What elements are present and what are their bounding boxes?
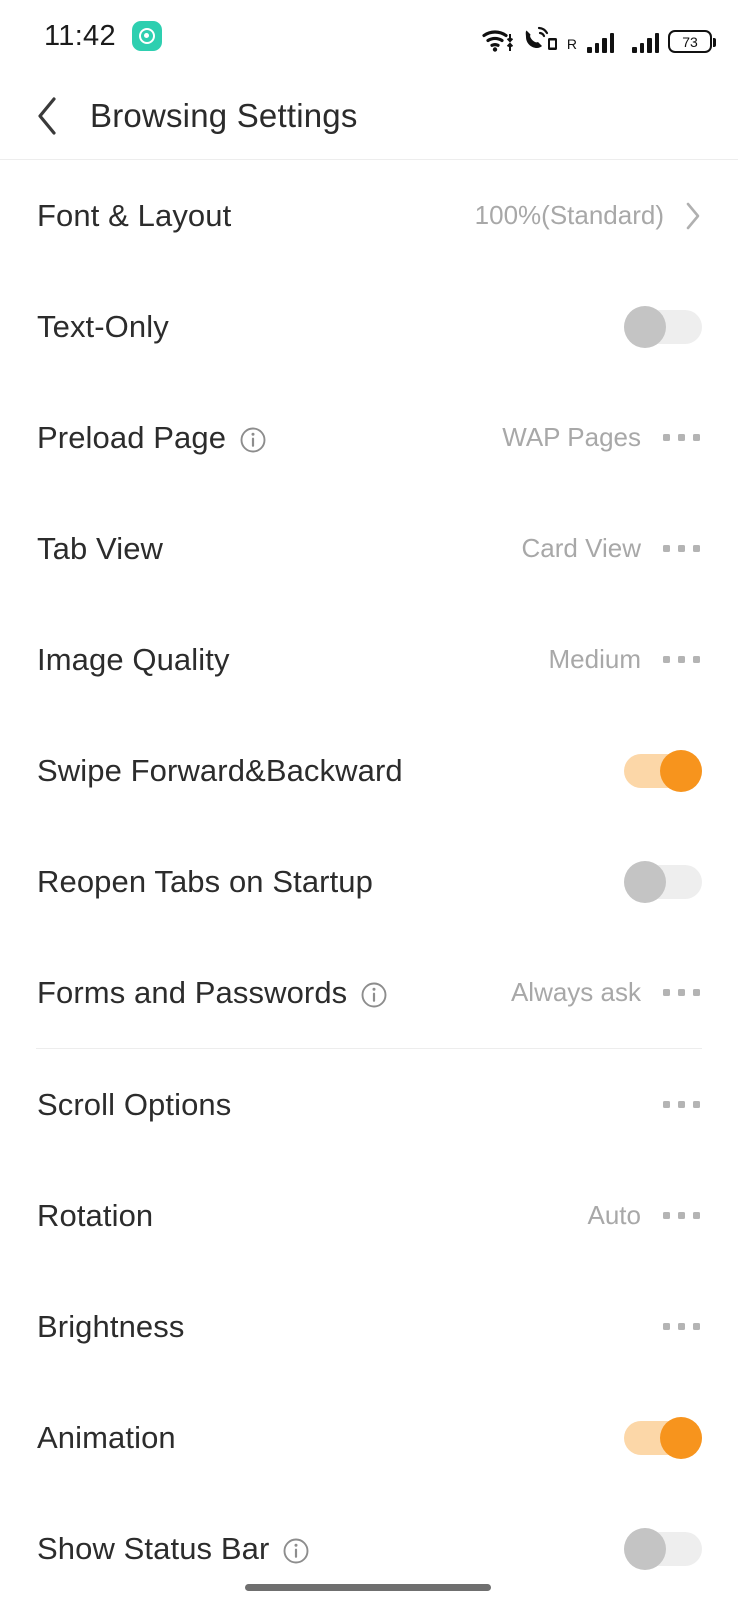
page-title: Browsing Settings xyxy=(90,96,358,134)
setting-label: Show Status Bar xyxy=(37,1530,270,1566)
setting-row-animation[interactable]: Animation xyxy=(0,1382,738,1493)
row-right: Card View xyxy=(522,533,702,564)
setting-value: Always ask xyxy=(510,977,641,1007)
status-bar: 11:42 R 73 xyxy=(0,0,738,72)
setting-value: 100%(Standard) xyxy=(474,200,664,230)
row-right: Medium xyxy=(549,644,702,675)
row-right xyxy=(641,1315,702,1338)
more-options-icon[interactable] xyxy=(661,1093,702,1116)
status-bar-right: R 73 xyxy=(481,19,716,53)
signal-bars-sim2 xyxy=(632,31,659,53)
setting-row-forms-and-passwords[interactable]: Forms and Passwords Always ask xyxy=(0,937,738,1048)
battery-level-label: 73 xyxy=(682,33,698,50)
row-right: Always ask xyxy=(511,977,702,1008)
row-right xyxy=(624,1416,702,1459)
battery-icon: 73 xyxy=(668,30,716,53)
more-options-icon[interactable] xyxy=(661,1315,702,1338)
chevron-left-icon xyxy=(38,96,56,135)
setting-label: Tab View xyxy=(37,530,164,566)
row-right: WAP Pages xyxy=(502,422,702,453)
setting-label: Preload Page xyxy=(37,419,227,455)
more-options-icon[interactable] xyxy=(661,1204,702,1227)
setting-label: Scroll Options xyxy=(37,1086,232,1122)
setting-label: Reopen Tabs on Startup xyxy=(37,863,373,899)
status-bar-clock: 11:42 xyxy=(44,19,116,52)
toggle-reopen-tabs-on-startup[interactable] xyxy=(624,860,702,903)
row-right xyxy=(641,1093,702,1116)
row-right: 100%(Standard) xyxy=(475,200,702,231)
setting-value: Auto xyxy=(587,1200,642,1230)
info-icon[interactable] xyxy=(239,426,267,454)
info-icon[interactable] xyxy=(282,1537,310,1565)
row-right xyxy=(624,860,702,903)
home-indicator[interactable] xyxy=(245,1584,491,1591)
setting-label: Font & Layout xyxy=(37,197,232,233)
setting-row-font-and-layout[interactable]: Font & Layout 100%(Standard) xyxy=(0,160,738,271)
setting-row-tab-view[interactable]: Tab View Card View xyxy=(0,493,738,604)
setting-row-reopen-tabs-on-startup[interactable]: Reopen Tabs on Startup xyxy=(0,826,738,937)
setting-row-swipe-forward-backward[interactable]: Swipe Forward&Backward xyxy=(0,715,738,826)
status-bar-left: 11:42 xyxy=(44,20,162,53)
setting-value: Medium xyxy=(548,644,641,674)
setting-row-scroll-options[interactable]: Scroll Options xyxy=(0,1049,738,1160)
setting-row-brightness[interactable]: Brightness xyxy=(0,1271,738,1382)
back-button[interactable] xyxy=(34,88,78,144)
setting-label: Image Quality xyxy=(37,641,230,677)
app-header: Browsing Settings xyxy=(0,72,738,160)
setting-label: Forms and Passwords xyxy=(37,974,348,1010)
more-options-icon[interactable] xyxy=(661,426,702,449)
setting-label: Swipe Forward&Backward xyxy=(37,752,403,788)
row-right xyxy=(624,1527,702,1570)
toggle-show-status-bar[interactable] xyxy=(624,1527,702,1570)
setting-row-image-quality[interactable]: Image Quality Medium xyxy=(0,604,738,715)
row-right: Auto xyxy=(588,1200,703,1231)
more-options-icon[interactable] xyxy=(661,648,702,671)
setting-value: WAP Pages xyxy=(502,422,641,452)
call-data-icon xyxy=(522,23,558,53)
setting-row-text-only[interactable]: Text-Only xyxy=(0,271,738,382)
row-right xyxy=(624,749,702,792)
more-options-icon[interactable] xyxy=(661,981,702,1004)
chevron-right-icon[interactable] xyxy=(684,201,702,231)
wifi-icon xyxy=(481,23,513,53)
toggle-animation[interactable] xyxy=(624,1416,702,1459)
settings-list: Font & Layout 100%(Standard) Text-Only P… xyxy=(0,160,738,1600)
row-right xyxy=(624,305,702,348)
roaming-indicator: R xyxy=(566,36,577,52)
setting-label: Text-Only xyxy=(37,308,169,344)
setting-label: Brightness xyxy=(37,1308,185,1344)
setting-row-preload-page[interactable]: Preload Page WAP Pages xyxy=(0,382,738,493)
setting-value: Card View xyxy=(521,533,641,563)
toggle-swipe-forward-backward[interactable] xyxy=(624,749,702,792)
setting-row-rotation[interactable]: Rotation Auto xyxy=(0,1160,738,1271)
info-icon[interactable] xyxy=(360,981,388,1009)
more-options-icon[interactable] xyxy=(661,537,702,560)
setting-label: Rotation xyxy=(37,1197,154,1233)
setting-label: Animation xyxy=(37,1419,176,1455)
toggle-text-only[interactable] xyxy=(624,305,702,348)
messaging-app-icon xyxy=(131,21,162,51)
signal-bars-sim1 xyxy=(587,31,614,53)
